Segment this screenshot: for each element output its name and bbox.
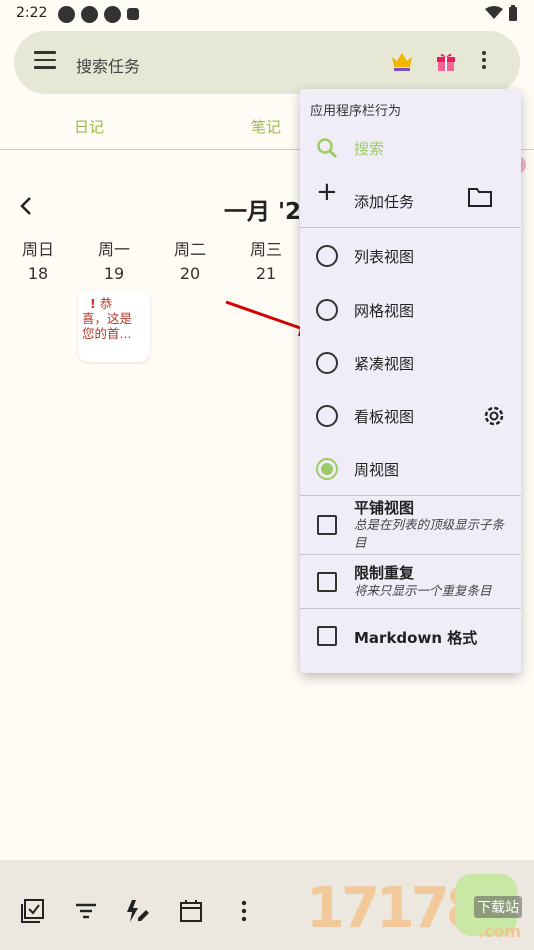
filter-icon[interactable] [73, 898, 99, 924]
menu-icon[interactable] [34, 51, 56, 69]
folder-icon[interactable] [468, 187, 492, 207]
day-date: 18 [27, 264, 49, 283]
day-column-header[interactable]: 周三 21 [236, 238, 296, 286]
menu-item-label: 搜索 [354, 140, 385, 158]
status-bar: 2:22 [0, 0, 534, 28]
task-card[interactable]: ! 恭 喜，这是 您的首... [78, 290, 150, 362]
day-name: 周日 [21, 240, 54, 259]
day-name: 周三 [249, 240, 282, 259]
more-vert-icon[interactable] [231, 898, 257, 924]
edit-flash-icon[interactable] [124, 898, 150, 924]
day-name: 周二 [173, 240, 206, 259]
menu-item-search[interactable]: 搜索 [300, 129, 521, 175]
select-all-icon[interactable] [20, 898, 46, 924]
day-column-header[interactable]: 周日 18 [8, 238, 68, 286]
menu-item-description: 将来只显示一个重复条目 [354, 583, 492, 598]
wifi-icon [485, 6, 503, 19]
menu-item-markdown[interactable]: Markdown 格式 [300, 610, 521, 662]
tab-diary[interactable]: 日记 [74, 116, 104, 137]
menu-item-label: 限制重复 [354, 564, 415, 582]
menu-item-list-view[interactable]: 列表视图 [300, 231, 521, 281]
menu-item-label: 看板视图 [354, 408, 415, 426]
menu-item-limit-repeat[interactable]: 限制重复 将来只显示一个重复条目 [300, 556, 521, 608]
day-date: 19 [103, 264, 125, 283]
radio-button[interactable] [316, 352, 338, 374]
checkbox[interactable] [317, 515, 337, 535]
priority-icon: ! [90, 296, 96, 311]
search-input[interactable]: 搜索任务 [76, 53, 140, 77]
radio-button[interactable] [316, 245, 338, 267]
menu-item-compact-view[interactable]: 紧凑视图 [300, 338, 521, 388]
menu-item-grid-view[interactable]: 网格视图 [300, 285, 521, 335]
menu-item-label: Markdown 格式 [354, 629, 478, 647]
day-date: 21 [255, 264, 277, 283]
menu-divider [300, 227, 521, 228]
task-title-line: 您的首... [82, 326, 132, 341]
menu-item-kanban-view[interactable]: 看板视图 [300, 391, 521, 441]
status-time: 2:22 [16, 5, 48, 21]
gift-icon[interactable] [434, 49, 458, 78]
menu-divider [300, 554, 521, 555]
app-bar-behavior-menu: 应用程序栏行为 搜索 + 添加任务 列表视图 网格视图 紧凑视图 看板视图 周视… [300, 89, 521, 673]
notification-icon [58, 6, 75, 23]
notification-icon [104, 6, 121, 23]
menu-item-label: 紧凑视图 [354, 355, 415, 373]
menu-title: 应用程序栏行为 [310, 104, 402, 119]
radio-button-selected[interactable] [316, 458, 338, 480]
menu-divider [300, 495, 521, 496]
watermark-domain: .com [478, 922, 522, 941]
tab-notes[interactable]: 笔记 [251, 116, 281, 137]
radio-button[interactable] [316, 299, 338, 321]
menu-divider [300, 608, 521, 609]
search-icon [317, 138, 338, 159]
more-options-icon[interactable] [479, 51, 489, 72]
menu-item-add-task[interactable]: + 添加任务 [300, 179, 521, 225]
month-title: 一月 '2 [224, 199, 302, 225]
notification-icon [81, 6, 98, 23]
menu-item-label: 网格视图 [354, 302, 415, 320]
checkbox[interactable] [317, 572, 337, 592]
system-icons [485, 5, 518, 21]
settings-gear-icon[interactable] [482, 404, 506, 428]
menu-item-label: 周视图 [354, 461, 400, 479]
notification-icons [58, 6, 139, 23]
app-notification-icon [127, 8, 139, 20]
task-title-line: 恭 [99, 296, 113, 311]
day-column-header[interactable]: 周一 19 [84, 238, 144, 286]
radio-button[interactable] [316, 405, 338, 427]
day-date: 20 [179, 264, 201, 283]
day-column-header[interactable]: 周二 20 [160, 238, 220, 286]
previous-week-icon[interactable] [18, 194, 34, 222]
menu-item-label: 添加任务 [354, 193, 415, 211]
menu-item-label: 列表视图 [354, 248, 415, 266]
menu-item-flat-view[interactable]: 平铺视图 总是在列表的顶级显示子条目 [300, 497, 521, 553]
menu-item-description: 总是在列表的顶级显示子条目 [354, 517, 505, 550]
checkbox[interactable] [317, 626, 337, 646]
menu-item-week-view[interactable]: 周视图 [300, 444, 521, 494]
battery-icon [509, 5, 517, 21]
task-title-line: 喜，这是 [82, 311, 133, 326]
menu-item-label: 平铺视图 [354, 499, 415, 517]
plus-icon: + [316, 177, 338, 207]
watermark-label: 下载站 [474, 896, 522, 918]
search-bar[interactable]: 搜索任务 [14, 31, 520, 94]
day-name: 周一 [97, 240, 130, 259]
crown-icon[interactable] [390, 51, 414, 76]
calendar-icon[interactable] [178, 898, 204, 924]
